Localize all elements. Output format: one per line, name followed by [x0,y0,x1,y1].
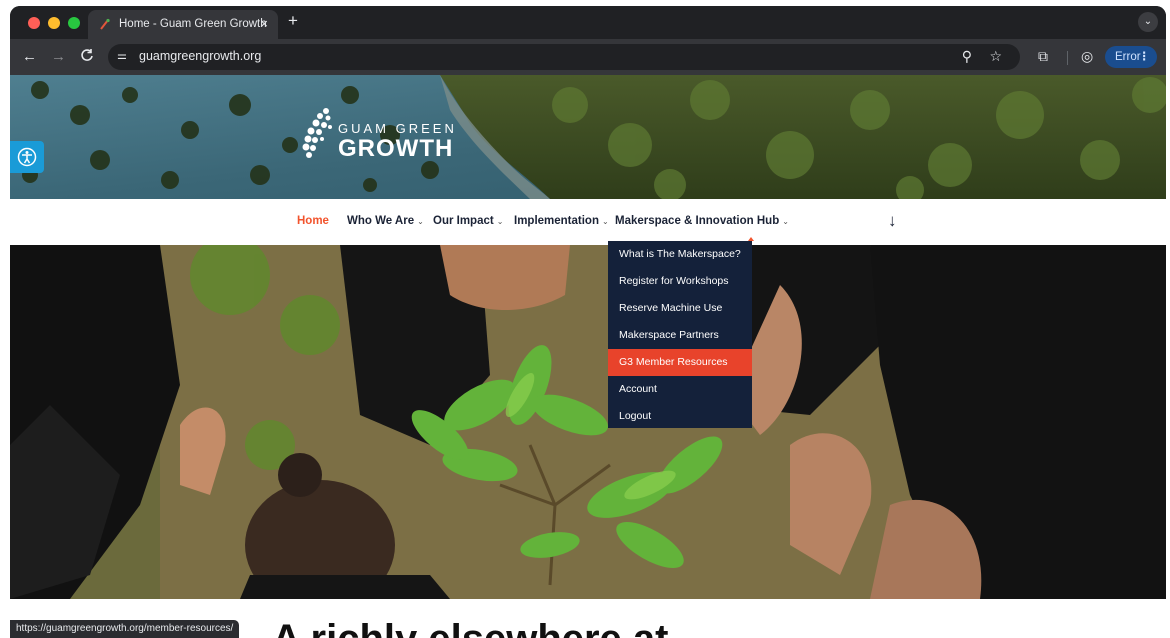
dropdown-item-partners[interactable]: Makerspace Partners [608,322,752,349]
close-window-button[interactable] [28,17,40,29]
tab-title: Home - Guam Green Growth [119,18,267,30]
profile-icon[interactable]: ◎ [1081,48,1093,65]
tab-active[interactable]: Home - Guam Green Growth × [88,10,278,39]
chevron-down-icon: ⌄ [496,217,504,226]
minimize-window-button[interactable] [48,17,60,29]
extensions-icon[interactable]: ⧉ [1038,48,1048,65]
nav-makerspace-label: Makerspace & Innovation Hub [615,215,780,227]
header-banner: GUAM GREEN GROWTH [10,75,1166,199]
dropdown-item-account[interactable]: Account [608,376,752,403]
back-icon[interactable]: ← [22,48,37,66]
nav-implementation[interactable]: Implementation ⌄ [514,215,609,227]
accessibility-button[interactable] [10,141,44,173]
chevron-down-icon: ⌄ [417,217,424,226]
nav-who-we-are[interactable]: Who We Are ⌄ [347,215,424,227]
page-viewport: GUAM GREEN GROWTH Home Who We Are ⌄ Our I… [10,75,1166,638]
nav-makerspace[interactable]: Makerspace & Innovation Hub ⌄ [615,215,789,227]
tab-strip: Home - Guam Green Growth × + ⌄ [10,6,1166,39]
tab-close-icon[interactable]: × [260,16,268,31]
browser-window: Home - Guam Green Growth × + ⌄ ← → ⚌ gua… [10,6,1166,638]
favicon-icon [100,18,110,30]
new-tab-button[interactable]: + [288,11,298,31]
section-heading: A richly elsewhere at [272,619,668,638]
dropdown-item-what-is-makerspace[interactable]: What is The Makerspace? [608,241,752,268]
site-info-icon[interactable]: ⚌ [117,49,127,62]
nav-our-impact-label: Our Impact [433,215,494,227]
link-status-bar: https://guamgreengrowth.org/member-resou… [10,620,240,638]
site-logo[interactable]: GUAM GREEN GROWTH [300,103,470,165]
error-menu-button[interactable]: Error ⋮ [1105,46,1157,68]
bookmark-star-icon[interactable]: ☆ [989,48,1002,65]
logo-mark-icon [302,108,332,158]
maximize-window-button[interactable] [68,17,80,29]
dropdown-item-reserve-machine[interactable]: Reserve Machine Use [608,295,752,322]
logo-text-bottom: GROWTH [338,135,454,162]
browser-toolbar: ← → ⚌ guamgreengrowth.org ⚲ ☆ ⧉ ◎ Error … [10,39,1166,75]
makerspace-dropdown-menu: What is The Makerspace? Register for Wor… [608,241,752,428]
nav-home-label: Home [297,215,329,227]
url-text[interactable]: guamgreengrowth.org [139,49,261,63]
arrow-down-icon[interactable]: ↓ [888,211,897,231]
forward-icon[interactable]: → [51,48,66,66]
nav-home[interactable]: Home [297,215,329,227]
zoom-icon[interactable]: ⚲ [962,48,972,65]
toolbar-divider [1067,51,1068,65]
logo-text-top: GUAM GREEN [338,121,457,136]
hero-photo-planting [10,245,1166,599]
kebab-menu-icon: ⋮ [1138,51,1151,63]
chevron-down-icon: ⌄ [782,217,789,226]
content-section: A richly elsewhere at https://guamgreeng… [10,599,1166,638]
error-label: Error [1115,51,1141,63]
nav-our-impact[interactable]: Our Impact ⌄ [433,215,503,227]
aerial-coast-image [10,75,1166,199]
nav-who-we-are-label: Who We Are [347,215,415,227]
accessibility-icon [17,147,37,167]
reload-icon[interactable] [80,48,94,67]
tab-search-button[interactable]: ⌄ [1138,12,1158,32]
address-bar[interactable]: ⚌ guamgreengrowth.org ⚲ ☆ [108,44,1020,70]
nav-implementation-label: Implementation [514,215,599,227]
main-navigation: Home Who We Are ⌄ Our Impact ⌄ Implementat… [10,199,1166,245]
dropdown-item-register-workshops[interactable]: Register for Workshops [608,268,752,295]
dropdown-item-logout[interactable]: Logout [608,403,752,430]
chevron-down-icon: ⌄ [601,217,609,226]
dropdown-item-member-resources[interactable]: G3 Member Resources [608,349,752,376]
